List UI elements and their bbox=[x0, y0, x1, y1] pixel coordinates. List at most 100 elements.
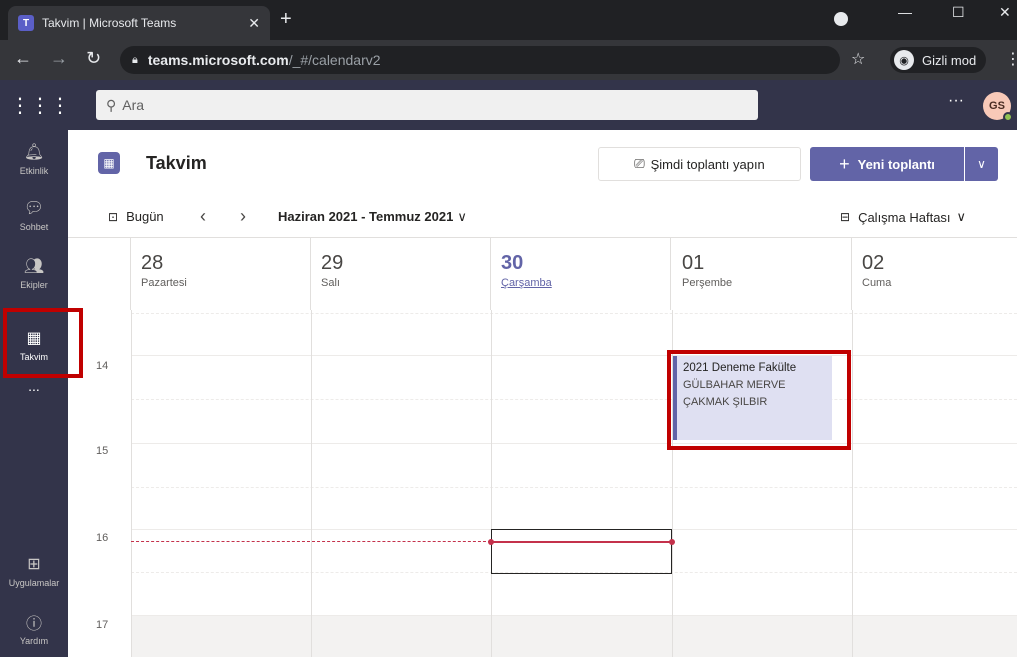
grid-column-divider bbox=[131, 310, 132, 657]
day-name: Pazartesi bbox=[141, 277, 310, 289]
help-icon: ⓘ bbox=[24, 612, 44, 632]
off-hours-region bbox=[131, 615, 1017, 657]
calendar-app-icon: ▦ bbox=[98, 152, 120, 174]
view-selector[interactable]: ⊟ Çalışma Haftası ∨ bbox=[840, 209, 966, 225]
app-launcher-icon[interactable]: ⋮⋮⋮ bbox=[0, 80, 80, 130]
incognito-label: Gizli mod bbox=[922, 53, 976, 68]
selected-time-slot[interactable] bbox=[491, 529, 672, 574]
next-week-icon[interactable]: › bbox=[240, 206, 246, 227]
previous-week-icon[interactable]: ‹ bbox=[200, 206, 206, 227]
chat-icon: 💬︎ bbox=[24, 198, 44, 218]
search-icon: ⚲ bbox=[106, 97, 116, 114]
rail-item-label: Ekipler bbox=[20, 280, 48, 290]
new-meeting-label: Yeni toplantı bbox=[858, 157, 935, 172]
today-button[interactable]: ⊡ Bugün bbox=[108, 209, 164, 224]
calendar-today-icon: ⊡ bbox=[108, 210, 118, 224]
chevron-down-icon: ∨ bbox=[957, 209, 967, 225]
hour-label: 14 bbox=[96, 360, 108, 372]
date-range-picker[interactable]: Haziran 2021 - Temmuz 2021 ∨ bbox=[278, 209, 467, 225]
day-header-thursday[interactable]: 01 Perşembe bbox=[672, 238, 852, 310]
day-number: 30 bbox=[501, 252, 670, 275]
rail-item-label: Etkinlik bbox=[20, 166, 49, 176]
day-name: Salı bbox=[321, 277, 490, 289]
day-number: 01 bbox=[682, 252, 851, 275]
calendar-toolbar: ⊡ Bugün ‹ › Haziran 2021 - Temmuz 2021∨ … bbox=[68, 198, 1017, 238]
day-header-wednesday[interactable]: 30 Çarşamba bbox=[491, 238, 671, 310]
grid-column-divider bbox=[491, 310, 492, 657]
rail-item-help[interactable]: ⓘ Yardım bbox=[0, 600, 68, 658]
chevron-down-icon: ∨ bbox=[457, 209, 467, 224]
calendar-grid[interactable]: 14 15 16 17 bbox=[68, 310, 1017, 657]
current-time-line bbox=[131, 541, 491, 542]
chevron-down-icon: ∨ bbox=[977, 157, 986, 171]
browser-menu-icon[interactable]: ⋮ bbox=[1005, 49, 1017, 69]
tab-title: Takvim | Microsoft Teams bbox=[42, 16, 248, 30]
rail-item-chat[interactable]: 💬︎ Sohbet bbox=[0, 186, 68, 244]
calendar-header: ▦ Takvim ⎚ Şimdi toplantı yapın + Yeni t… bbox=[68, 130, 1017, 198]
grid-line bbox=[131, 399, 1017, 400]
new-meeting-button[interactable]: + Yeni toplantı bbox=[810, 147, 964, 181]
new-meeting-dropdown-button[interactable]: ∨ bbox=[965, 147, 998, 181]
incognito-icon: ◉ bbox=[894, 50, 914, 70]
profile-icon[interactable] bbox=[834, 12, 848, 26]
day-header-tuesday[interactable]: 29 Salı bbox=[311, 238, 491, 310]
day-name: Cuma bbox=[862, 277, 1017, 289]
maximize-icon[interactable]: ☐ bbox=[952, 4, 965, 21]
url-bar[interactable]: 🔒︎ teams.microsoft.com/_#/calendarv2 bbox=[120, 46, 840, 74]
new-tab-icon[interactable]: + bbox=[280, 8, 292, 31]
bell-icon: 🔔︎ bbox=[24, 142, 44, 162]
forward-icon[interactable]: → bbox=[50, 48, 68, 69]
meet-now-button[interactable]: ⎚ Şimdi toplantı yapın bbox=[598, 147, 801, 181]
search-placeholder: Ara bbox=[122, 97, 144, 113]
grid-line bbox=[131, 487, 1017, 488]
close-tab-icon[interactable]: ✕ bbox=[248, 15, 260, 32]
back-icon[interactable]: ← bbox=[14, 48, 32, 69]
bookmark-star-icon[interactable]: ☆ bbox=[851, 49, 865, 69]
current-time-dot bbox=[669, 539, 675, 545]
teams-favicon-icon: T bbox=[18, 15, 34, 31]
grid-column-divider bbox=[852, 310, 853, 657]
incognito-badge[interactable]: ◉ Gizli mod bbox=[890, 47, 986, 73]
browser-tab[interactable]: T Takvim | Microsoft Teams ✕ bbox=[8, 6, 270, 40]
day-header-row: 28 Pazartesi 29 Salı 30 Çarşamba 01 Perş… bbox=[68, 238, 1017, 310]
hour-label: 16 bbox=[96, 532, 108, 544]
current-time-line-today bbox=[491, 541, 672, 543]
app-rail: 🔔︎ Etkinlik 💬︎ Sohbet 👥︎ Ekipler ▦ Takvi… bbox=[0, 130, 68, 657]
minimize-icon[interactable]: — bbox=[898, 4, 912, 20]
more-options-icon[interactable]: ··· bbox=[948, 92, 964, 110]
date-range-label: Haziran 2021 - Temmuz 2021 bbox=[278, 209, 453, 224]
lock-icon: 🔒︎ bbox=[132, 54, 138, 67]
search-input[interactable]: ⚲ Ara bbox=[96, 90, 758, 120]
hour-label: 17 bbox=[96, 619, 108, 631]
work-week-icon: ⊟ bbox=[840, 210, 850, 224]
view-label: Çalışma Haftası bbox=[858, 210, 950, 225]
page-title: Takvim bbox=[146, 153, 207, 174]
day-number: 02 bbox=[862, 252, 1017, 275]
url-path: /_#/calendarv2 bbox=[289, 52, 381, 68]
rail-item-label: Uygulamalar bbox=[9, 578, 60, 588]
meet-now-label: Şimdi toplantı yapın bbox=[651, 157, 765, 172]
teams-header: ⋮⋮⋮ ⚲ Ara ··· GS bbox=[0, 80, 1017, 130]
highlight-annotation-event bbox=[667, 350, 851, 450]
presence-available-icon bbox=[1003, 112, 1013, 122]
rail-item-label: Yardım bbox=[20, 636, 48, 646]
rail-item-label: Sohbet bbox=[20, 222, 49, 232]
day-number: 28 bbox=[141, 252, 310, 275]
rail-item-apps[interactable]: ⊞ Uygulamalar bbox=[0, 542, 68, 600]
url-host: teams.microsoft.com bbox=[148, 52, 289, 68]
grid-line bbox=[131, 615, 1017, 616]
hour-label: 15 bbox=[96, 445, 108, 457]
day-header-friday[interactable]: 02 Cuma bbox=[852, 238, 1017, 310]
day-name: Perşembe bbox=[682, 277, 851, 289]
video-camera-icon: ⎚ bbox=[634, 156, 644, 172]
plus-icon: + bbox=[839, 154, 850, 175]
grid-column-divider bbox=[311, 310, 312, 657]
grid-line bbox=[131, 443, 1017, 444]
rail-item-activity[interactable]: 🔔︎ Etkinlik bbox=[0, 130, 68, 188]
close-window-icon[interactable]: ✕ bbox=[999, 4, 1011, 21]
rail-item-teams[interactable]: 👥︎ Ekipler bbox=[0, 244, 68, 302]
day-header-monday[interactable]: 28 Pazartesi bbox=[131, 238, 311, 310]
current-time-dot bbox=[488, 539, 494, 545]
reload-icon[interactable]: ↻ bbox=[86, 48, 101, 69]
grid-line bbox=[131, 313, 1017, 314]
